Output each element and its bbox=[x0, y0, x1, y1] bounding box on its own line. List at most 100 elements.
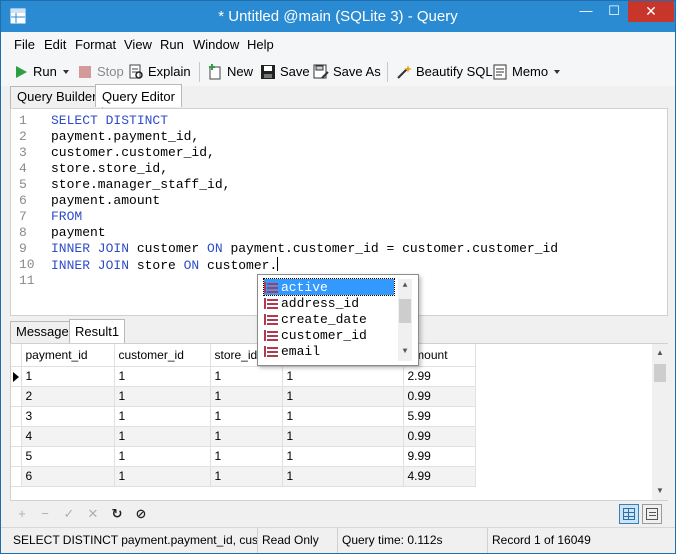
table-cell[interactable]: 0.99 bbox=[403, 386, 476, 407]
table-cell[interactable]: 5.99 bbox=[403, 406, 476, 427]
row-indicator[interactable] bbox=[11, 386, 22, 407]
table-cell[interactable]: 2.99 bbox=[403, 366, 476, 387]
table-cell[interactable]: 3 bbox=[21, 406, 115, 427]
autocomplete-item[interactable]: email bbox=[264, 343, 394, 359]
refresh-icon[interactable]: ↻ bbox=[108, 505, 126, 523]
table-row[interactable]: 6 1 1 1 4.99 bbox=[11, 466, 476, 487]
line-number: 11 bbox=[19, 273, 35, 288]
save-button[interactable]: Save bbox=[260, 62, 310, 82]
table-cell[interactable]: 1 bbox=[114, 406, 211, 427]
autocomplete-item[interactable]: active bbox=[263, 278, 395, 296]
tab-message[interactable]: Message bbox=[10, 321, 75, 343]
run-button[interactable]: Run bbox=[13, 62, 69, 82]
autocomplete-scrollbar[interactable]: ▲ ▼ bbox=[398, 279, 412, 361]
save-as-button[interactable]: Save As bbox=[313, 62, 381, 82]
sql-text: payment.amount bbox=[51, 193, 161, 208]
memo-label: Memo bbox=[512, 64, 549, 79]
table-cell[interactable]: 1 bbox=[210, 446, 283, 467]
menu-file[interactable]: File bbox=[14, 37, 35, 52]
table-row[interactable]: 1 1 1 1 2.99 bbox=[11, 366, 476, 387]
autocomplete-item[interactable]: customer_id bbox=[264, 327, 394, 343]
table-cell[interactable]: 1 bbox=[282, 366, 404, 387]
tab-query-editor[interactable]: Query Editor bbox=[95, 84, 182, 107]
row-indicator[interactable] bbox=[11, 426, 22, 447]
column-header-payment-id[interactable]: payment_id bbox=[21, 344, 115, 367]
row-indicator[interactable] bbox=[11, 466, 22, 487]
table-cell[interactable]: 1 bbox=[210, 426, 283, 447]
stop-fetch-icon[interactable]: ⊘ bbox=[132, 505, 150, 523]
scroll-up-icon[interactable]: ▲ bbox=[400, 281, 410, 291]
scroll-down-icon[interactable]: ▼ bbox=[400, 347, 410, 357]
scroll-up-icon[interactable]: ▲ bbox=[655, 348, 665, 357]
title-bar[interactable]: * Untitled @main (SQLite 3) - Query — ☐ … bbox=[1, 1, 675, 32]
autocomplete-scroll-thumb[interactable] bbox=[399, 299, 411, 323]
table-cell[interactable]: 1 bbox=[210, 386, 283, 407]
autocomplete-item[interactable]: create_date bbox=[264, 311, 394, 327]
table-cell[interactable]: 1 bbox=[282, 406, 404, 427]
table-cell[interactable]: 6 bbox=[21, 466, 115, 487]
grid-view-button[interactable] bbox=[619, 504, 639, 524]
table-row[interactable]: 4 1 1 1 0.99 bbox=[11, 426, 476, 447]
table-row[interactable]: 5 1 1 1 9.99 bbox=[11, 446, 476, 467]
tab-query-builder[interactable]: Query Builder bbox=[10, 86, 104, 108]
table-cell[interactable]: 5 bbox=[21, 446, 115, 467]
row-indicator[interactable] bbox=[11, 446, 22, 467]
new-button[interactable]: New bbox=[207, 62, 253, 82]
table-cell[interactable]: 1 bbox=[210, 466, 283, 487]
menu-view[interactable]: View bbox=[124, 37, 152, 52]
row-indicator[interactable] bbox=[11, 406, 22, 427]
stop-button[interactable]: Stop bbox=[77, 62, 124, 82]
menu-window[interactable]: Window bbox=[193, 37, 239, 52]
tab-result1[interactable]: Result1 bbox=[69, 319, 126, 343]
form-view-button[interactable] bbox=[642, 504, 662, 524]
autocomplete-popup[interactable]: ▲ ▼ active address_id create_date customer_… bbox=[257, 274, 419, 366]
explain-button[interactable]: Explain bbox=[128, 62, 191, 82]
apply-changes-icon[interactable]: ✓ bbox=[60, 505, 78, 523]
table-cell[interactable]: 1 bbox=[114, 466, 211, 487]
table-cell[interactable]: 0.99 bbox=[403, 426, 476, 447]
table-cell[interactable]: 9.99 bbox=[403, 446, 476, 467]
table-cell[interactable]: 1 bbox=[21, 366, 115, 387]
memo-dropdown-icon[interactable] bbox=[554, 70, 561, 74]
close-button[interactable]: ✕ bbox=[628, 1, 674, 22]
grid-scroll-thumb[interactable] bbox=[654, 364, 666, 382]
beautify-sql-button[interactable]: Beautify SQL bbox=[396, 62, 493, 82]
add-record-icon[interactable]: + bbox=[13, 505, 31, 523]
menu-edit[interactable]: Edit bbox=[44, 37, 66, 52]
table-row[interactable]: 2 1 1 1 0.99 bbox=[11, 386, 476, 407]
minimize-button[interactable]: — bbox=[572, 1, 600, 22]
table-cell[interactable]: 4.99 bbox=[403, 466, 476, 487]
table-cell[interactable]: 1 bbox=[282, 446, 404, 467]
table-cell[interactable]: 1 bbox=[210, 366, 283, 387]
code-text: payment.payment_id, bbox=[51, 129, 199, 145]
run-dropdown-icon[interactable] bbox=[62, 70, 69, 74]
row-indicator[interactable] bbox=[11, 366, 22, 387]
table-cell[interactable]: 1 bbox=[114, 446, 211, 467]
table-cell[interactable]: 1 bbox=[114, 386, 211, 407]
table-cell[interactable]: 1 bbox=[114, 426, 211, 447]
run-label: Run bbox=[33, 64, 57, 79]
scroll-down-icon[interactable]: ▼ bbox=[655, 486, 665, 495]
line-number: 10 bbox=[19, 257, 35, 272]
grid-scrollbar[interactable]: ▲ ▼ bbox=[652, 344, 668, 500]
table-cell[interactable]: 1 bbox=[282, 426, 404, 447]
autocomplete-item[interactable]: address_id bbox=[264, 295, 394, 311]
column-header-customer-id[interactable]: customer_id bbox=[114, 344, 211, 367]
table-cell[interactable]: 2 bbox=[21, 386, 115, 407]
menu-run[interactable]: Run bbox=[160, 37, 184, 52]
maximize-button[interactable]: ☐ bbox=[601, 1, 627, 22]
table-row[interactable]: 3 1 1 1 5.99 bbox=[11, 406, 476, 427]
status-record: Record 1 of 16049 bbox=[492, 533, 591, 547]
table-cell[interactable]: 1 bbox=[282, 466, 404, 487]
table-cell[interactable]: 4 bbox=[21, 426, 115, 447]
menu-format[interactable]: Format bbox=[75, 37, 116, 52]
autocomplete-item-label: active bbox=[281, 279, 328, 295]
delete-record-icon[interactable]: − bbox=[36, 505, 54, 523]
memo-button[interactable]: Memo bbox=[492, 62, 561, 82]
cancel-changes-icon[interactable]: ✕ bbox=[84, 505, 102, 523]
table-cell[interactable]: 1 bbox=[282, 386, 404, 407]
table-cell[interactable]: 1 bbox=[114, 366, 211, 387]
menu-help[interactable]: Help bbox=[247, 37, 274, 52]
table-cell[interactable]: 1 bbox=[210, 406, 283, 427]
autocomplete-item-label: address_id bbox=[281, 295, 360, 311]
